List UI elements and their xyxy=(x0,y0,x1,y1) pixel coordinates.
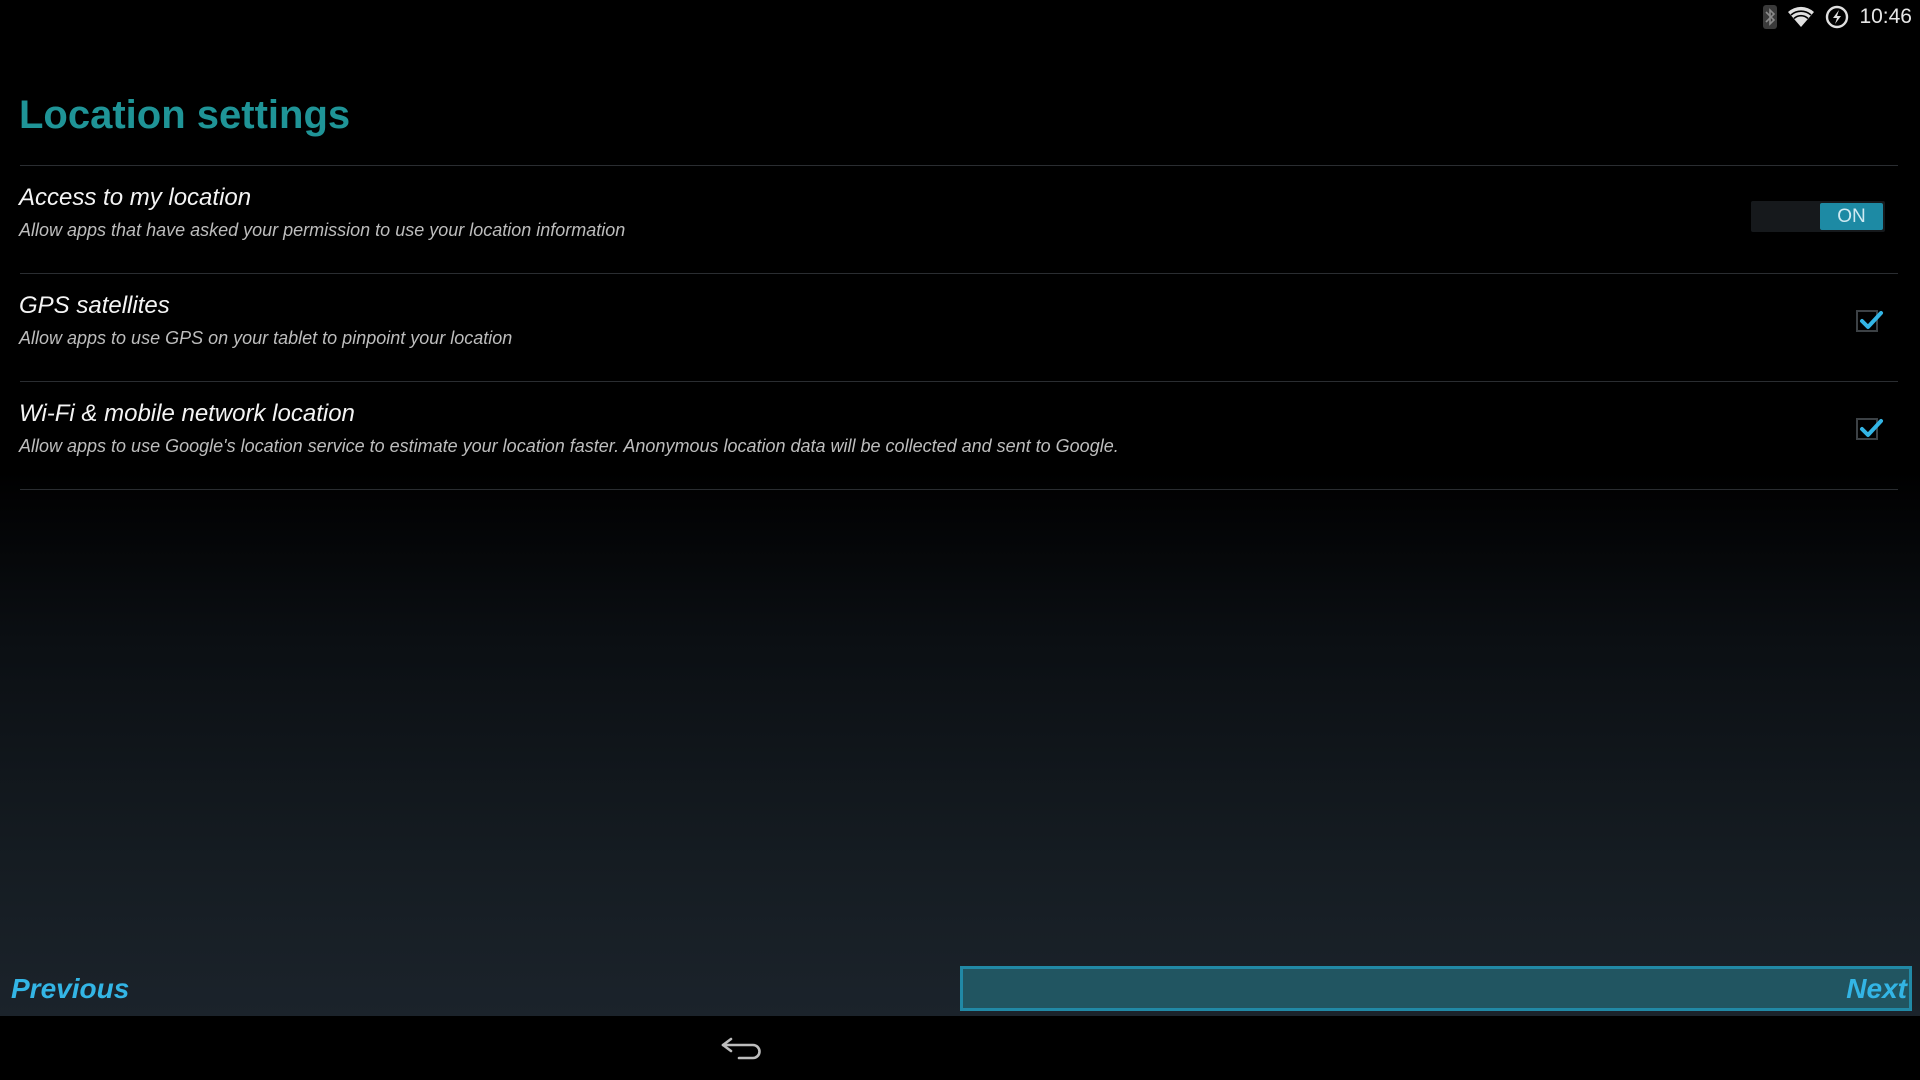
wifi-location-checkbox[interactable] xyxy=(1856,418,1883,440)
location-access-switch[interactable]: ON xyxy=(1751,201,1885,232)
next-button[interactable]: Next xyxy=(960,966,1912,1011)
back-icon xyxy=(721,1037,761,1060)
page-title: Location settings xyxy=(19,93,351,137)
status-bar: 10:46 xyxy=(1612,0,1920,34)
row-divider xyxy=(20,489,1898,490)
pref-title: GPS satellites xyxy=(19,292,170,319)
setup-screen: 10:46 Location settings Access to my loc… xyxy=(0,0,1920,1016)
next-button-label: Next xyxy=(1846,972,1907,1004)
wifi-icon xyxy=(1787,6,1815,28)
back-button[interactable] xyxy=(700,1024,784,1072)
check-icon xyxy=(1860,419,1883,437)
pref-summary: Allow apps to use Google's location serv… xyxy=(19,436,1119,456)
pref-title: Wi-Fi & mobile network location xyxy=(19,400,355,427)
clock: 10:46 xyxy=(1859,5,1912,28)
wizard-footer: Previous Next xyxy=(0,960,1920,1016)
pref-title: Access to my location xyxy=(19,184,252,211)
previous-button[interactable]: Previous xyxy=(11,968,129,1010)
navigation-bar xyxy=(0,1016,1920,1080)
pref-summary: Allow apps that have asked your permissi… xyxy=(19,220,626,240)
check-icon xyxy=(1860,311,1883,329)
power-saver-icon xyxy=(1825,5,1849,29)
gps-checkbox[interactable] xyxy=(1856,310,1883,332)
switch-thumb: ON xyxy=(1820,203,1883,230)
pref-summary: Allow apps to use GPS on your tablet to … xyxy=(19,328,513,348)
pref-gps-satellites[interactable]: GPS satellites Allow apps to use GPS on … xyxy=(0,274,1920,381)
pref-access-to-location[interactable]: Access to my location Allow apps that ha… xyxy=(0,166,1920,273)
pref-wifi-mobile-location[interactable]: Wi-Fi & mobile network location Allow ap… xyxy=(0,382,1920,489)
bluetooth-icon xyxy=(1763,5,1778,29)
